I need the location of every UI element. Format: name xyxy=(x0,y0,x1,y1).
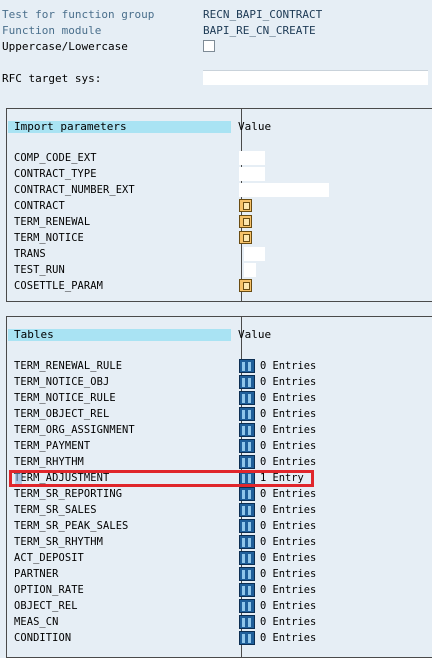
table-entry-count: 0 Entries xyxy=(260,440,317,452)
table-edit-icon[interactable] xyxy=(239,615,255,629)
table-edit-icon[interactable] xyxy=(239,439,255,453)
table-entry-count: 0 Entries xyxy=(260,552,317,564)
param-value-input[interactable] xyxy=(239,151,265,165)
rfc-target-input[interactable] xyxy=(203,70,428,85)
param-value-input[interactable] xyxy=(244,263,256,277)
table-name: MEAS_CN xyxy=(14,616,59,628)
table-entry-count: 0 Entries xyxy=(260,520,317,532)
table-entry-count: 0 Entries xyxy=(260,616,317,628)
table-entry-count: 0 Entries xyxy=(260,456,317,468)
table-name: OBJECT_REL xyxy=(14,600,78,612)
table-edit-icon[interactable] xyxy=(239,551,255,565)
table-name: TERM_SR_SALES xyxy=(14,504,97,516)
table-entry-count: 0 Entries xyxy=(260,504,317,516)
table-edit-icon[interactable] xyxy=(239,455,255,469)
table-name: TERM_NOTICE_RULE xyxy=(14,392,116,404)
table-edit-icon[interactable] xyxy=(239,359,255,373)
function-module-value: BAPI_RE_CN_CREATE xyxy=(203,24,316,37)
param-value-input[interactable] xyxy=(244,247,265,261)
structure-edit-icon[interactable] xyxy=(239,279,252,292)
table-edit-icon[interactable] xyxy=(239,503,255,517)
table-name: TERM_PAYMENT xyxy=(14,440,91,452)
table-name: TERM_NOTICE_OBJ xyxy=(14,376,110,388)
table-name: TERM_OBJECT_REL xyxy=(14,408,110,420)
param-value-input[interactable] xyxy=(239,183,329,197)
function-module-label: Function module xyxy=(2,24,102,37)
table-entry-count: 0 Entries xyxy=(260,600,317,612)
structure-edit-icon[interactable] xyxy=(239,215,252,228)
param-name: CONTRACT_TYPE xyxy=(14,168,97,180)
table-edit-icon[interactable] xyxy=(239,535,255,549)
case-label: Uppercase/Lowercase xyxy=(2,40,128,53)
import-parameters-title: Import parameters xyxy=(14,120,127,133)
function-group-label: Test for function group xyxy=(2,8,155,21)
uppercase-lowercase-checkbox[interactable] xyxy=(203,40,215,52)
param-value-input[interactable] xyxy=(239,167,265,181)
table-entry-count: 0 Entries xyxy=(260,584,317,596)
param-name: TERM_RENEWAL xyxy=(14,216,91,228)
structure-edit-icon[interactable] xyxy=(239,199,252,212)
tables-title: Tables xyxy=(14,328,54,341)
import-parameters-panel xyxy=(6,108,432,302)
structure-edit-icon[interactable] xyxy=(239,231,252,244)
param-name: TRANS xyxy=(14,248,46,260)
table-edit-icon[interactable] xyxy=(239,375,255,389)
table-name: OPTION_RATE xyxy=(14,584,84,596)
table-entry-count: 0 Entries xyxy=(260,392,317,404)
param-name: TEST_RUN xyxy=(14,264,65,276)
tables-value-title: Value xyxy=(238,328,272,341)
table-name: TERM_RENEWAL_RULE xyxy=(14,360,123,372)
table-entry-count: 0 Entries xyxy=(260,424,317,436)
table-entry-count: 0 Entries xyxy=(260,360,317,372)
table-name: TERM_RHYTHM xyxy=(14,456,84,468)
import-value-title: Value xyxy=(238,120,272,133)
table-name: CONDITION xyxy=(14,632,72,644)
table-entry-count: 0 Entries xyxy=(260,568,317,580)
table-entry-count: 0 Entries xyxy=(260,376,317,388)
table-entry-count: 0 Entries xyxy=(260,632,317,644)
function-group-value: RECN_BAPI_CONTRACT xyxy=(203,8,323,21)
table-edit-icon[interactable] xyxy=(239,423,255,437)
table-entry-count: 0 Entries xyxy=(260,408,317,420)
table-entry-count: 0 Entries xyxy=(260,488,317,500)
table-edit-icon[interactable] xyxy=(239,631,255,645)
param-name: COSETTLE_PARAM xyxy=(14,280,103,292)
param-name: COMP_CODE_EXT xyxy=(14,152,97,164)
term-adjustment-highlight xyxy=(9,470,314,487)
table-name: ACT_DEPOSIT xyxy=(14,552,84,564)
table-name: TERM_SR_RHYTHM xyxy=(14,536,103,548)
rfc-target-label: RFC target sys: xyxy=(2,72,102,85)
table-name: TERM_SR_REPORTING xyxy=(14,488,123,500)
param-name: CONTRACT xyxy=(14,200,65,212)
table-name: PARTNER xyxy=(14,568,59,580)
param-name: TERM_NOTICE xyxy=(14,232,84,244)
table-entry-count: 0 Entries xyxy=(260,536,317,548)
table-name: TERM_SR_PEAK_SALES xyxy=(14,520,129,532)
table-edit-icon[interactable] xyxy=(239,487,255,501)
table-name: TERM_ORG_ASSIGNMENT xyxy=(14,424,135,436)
table-edit-icon[interactable] xyxy=(239,599,255,613)
table-edit-icon[interactable] xyxy=(239,391,255,405)
table-edit-icon[interactable] xyxy=(239,519,255,533)
param-name: CONTRACT_NUMBER_EXT xyxy=(14,184,135,196)
table-edit-icon[interactable] xyxy=(239,567,255,581)
table-edit-icon[interactable] xyxy=(239,583,255,597)
table-edit-icon[interactable] xyxy=(239,407,255,421)
